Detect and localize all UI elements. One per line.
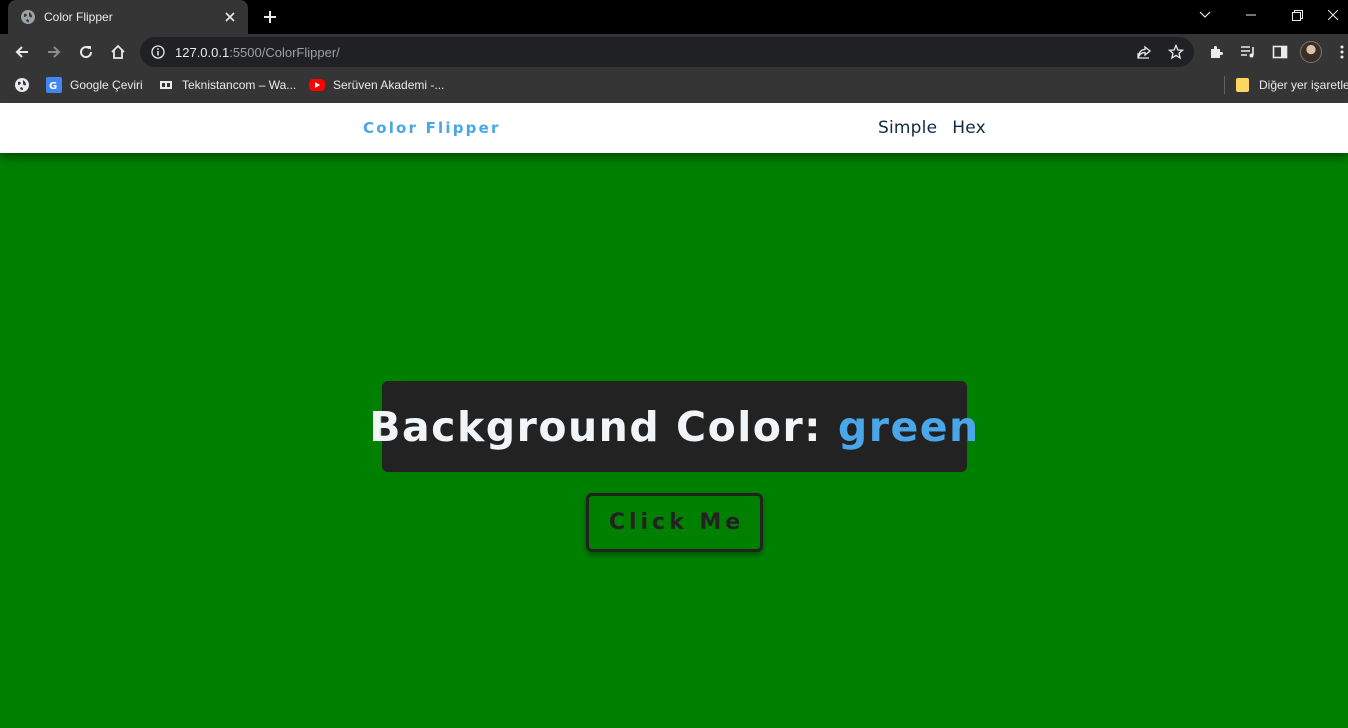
svg-text:G: G (49, 81, 57, 91)
bookmarks-bar: G Google Çeviri Teknistancom – Wa... Ser… (0, 70, 1348, 100)
media-control-icon[interactable] (1236, 40, 1260, 64)
browser-tab[interactable]: Color Flipper (8, 0, 248, 34)
teknistan-icon (158, 77, 174, 93)
bookmark-star-icon[interactable] (1165, 41, 1187, 63)
youtube-icon (309, 79, 325, 91)
bookmark-label: Google Çeviri (70, 78, 143, 92)
nav-links: Simple Hex (878, 118, 986, 138)
side-panel-icon[interactable] (1268, 40, 1292, 64)
apps-globe-icon[interactable] (14, 76, 30, 94)
folder-icon (1236, 78, 1249, 92)
other-bookmarks-folder[interactable]: Diğer yer işaretle (1236, 76, 1348, 94)
reload-icon[interactable] (74, 40, 98, 64)
back-arrow-icon[interactable] (10, 40, 34, 64)
bookmark-label: Teknistancom – Wa... (182, 78, 297, 92)
restore-icon[interactable] (1274, 0, 1320, 30)
globe-icon (14, 77, 30, 93)
menu-kebab-icon[interactable] (1336, 40, 1348, 64)
click-me-button[interactable]: Click Me (586, 493, 763, 552)
url-text: 127.0.0.1:5500/ColorFlipper/ (175, 45, 340, 60)
profile-avatar[interactable] (1300, 41, 1322, 63)
background-color-heading: Background Color: green (369, 403, 979, 451)
google-translate-icon: G (46, 77, 62, 93)
bookmark-google-ceviri[interactable]: G Google Çeviri (46, 76, 143, 94)
close-tab-icon[interactable] (222, 9, 238, 25)
address-bar[interactable]: 127.0.0.1:5500/ColorFlipper/ (140, 37, 1194, 67)
tab-strip: Color Flipper (0, 0, 1348, 34)
color-value: green (837, 402, 980, 451)
nav-link-hex[interactable]: Hex (952, 118, 986, 138)
close-window-icon[interactable] (1318, 0, 1348, 30)
brand-title: Color Flipper (363, 119, 501, 137)
extensions-icon[interactable] (1204, 40, 1228, 64)
nav-link-simple[interactable]: Simple (878, 118, 937, 138)
bookmark-teknistancom[interactable]: Teknistancom – Wa... (158, 76, 296, 94)
minimize-icon[interactable] (1228, 0, 1274, 30)
share-icon[interactable] (1133, 41, 1155, 63)
other-bookmarks-label: Diğer yer işaretle (1259, 78, 1348, 92)
forward-arrow-icon[interactable] (42, 40, 66, 64)
color-display-box: Background Color: green (369, 381, 978, 472)
tab-search-icon[interactable] (1182, 0, 1228, 30)
tab-title: Color Flipper (44, 10, 113, 24)
navbar: Color Flipper Simple Hex (0, 103, 1348, 153)
site-info-icon[interactable] (150, 44, 166, 60)
bookmarks-divider (1224, 76, 1225, 94)
globe-icon (20, 9, 36, 25)
browser-toolbar: 127.0.0.1:5500/ColorFlipper/ (0, 34, 1348, 70)
bookmark-label: Serüven Akademi -... (333, 78, 445, 92)
new-tab-icon[interactable] (258, 6, 282, 28)
background-color-label: Background Color: (369, 402, 823, 451)
url-host: 127.0.0.1 (175, 44, 230, 60)
url-path: :5500/ColorFlipper/ (229, 44, 340, 60)
home-icon[interactable] (106, 40, 130, 64)
bookmark-seruven-akademi[interactable]: Serüven Akademi -... (309, 76, 444, 94)
